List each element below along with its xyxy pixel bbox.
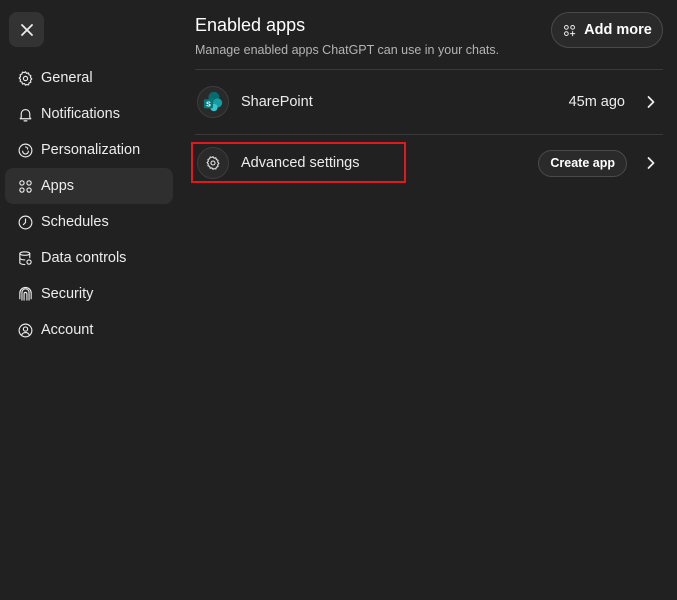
bell-icon bbox=[16, 105, 34, 123]
sidebar-item-account[interactable]: Account bbox=[5, 312, 173, 348]
sidebar-item-label: Notifications bbox=[41, 106, 120, 122]
divider bbox=[195, 69, 663, 70]
advanced-settings-row[interactable]: Advanced settings Create app bbox=[195, 134, 663, 192]
sidebar-item-notifications[interactable]: Notifications bbox=[5, 96, 173, 132]
svg-text:S: S bbox=[206, 100, 211, 109]
chevron-right-icon[interactable] bbox=[644, 156, 658, 170]
sidebar-item-apps[interactable]: Apps bbox=[5, 168, 173, 204]
database-icon bbox=[16, 249, 34, 267]
add-more-button[interactable]: Add more bbox=[551, 12, 663, 48]
clock-icon bbox=[16, 213, 34, 231]
app-name: SharePoint bbox=[241, 94, 313, 110]
sidebar-item-general[interactable]: General bbox=[5, 60, 173, 96]
sidebar-item-label: Apps bbox=[41, 178, 75, 194]
app-row-sharepoint[interactable]: S SharePoint 45m ago bbox=[195, 73, 663, 131]
create-app-button[interactable]: Create app bbox=[538, 149, 627, 177]
apps-add-icon bbox=[564, 24, 576, 36]
sidebar-item-label: Personalization bbox=[41, 142, 141, 158]
sidebar-item-schedules[interactable]: Schedules bbox=[5, 204, 173, 240]
sidebar-item-label: Data controls bbox=[41, 250, 127, 266]
shield-icon bbox=[16, 285, 34, 303]
sidebar-item-security[interactable]: Security bbox=[5, 276, 173, 312]
sidebar-item-label: Schedules bbox=[41, 214, 109, 230]
page-subtitle: Manage enabled apps ChatGPT can use in y… bbox=[195, 43, 500, 57]
sidebar-item-data-controls[interactable]: Data controls bbox=[5, 240, 173, 276]
sidebar-item-label: Security bbox=[41, 286, 94, 302]
user-circle-icon bbox=[16, 321, 34, 339]
close-icon bbox=[20, 23, 33, 36]
close-button[interactable] bbox=[9, 12, 44, 47]
add-more-label: Add more bbox=[584, 22, 652, 38]
apps-grid-icon bbox=[16, 177, 34, 195]
sidebar-item-label: Account bbox=[41, 322, 94, 338]
personalization-icon bbox=[16, 141, 34, 159]
advanced-settings-label: Advanced settings bbox=[241, 155, 360, 171]
sharepoint-icon: S bbox=[197, 86, 229, 118]
gear-icon bbox=[16, 69, 34, 87]
sidebar-item-label: General bbox=[41, 70, 93, 86]
sidebar-item-personalization[interactable]: Personalization bbox=[5, 132, 173, 168]
chevron-right-icon[interactable] bbox=[644, 95, 658, 109]
settings-sidebar: General Notifications Personalization Ap… bbox=[5, 60, 173, 348]
app-last-used: 45m ago bbox=[568, 94, 625, 110]
page-title: Enabled apps bbox=[195, 15, 306, 35]
gear-icon bbox=[197, 147, 229, 179]
